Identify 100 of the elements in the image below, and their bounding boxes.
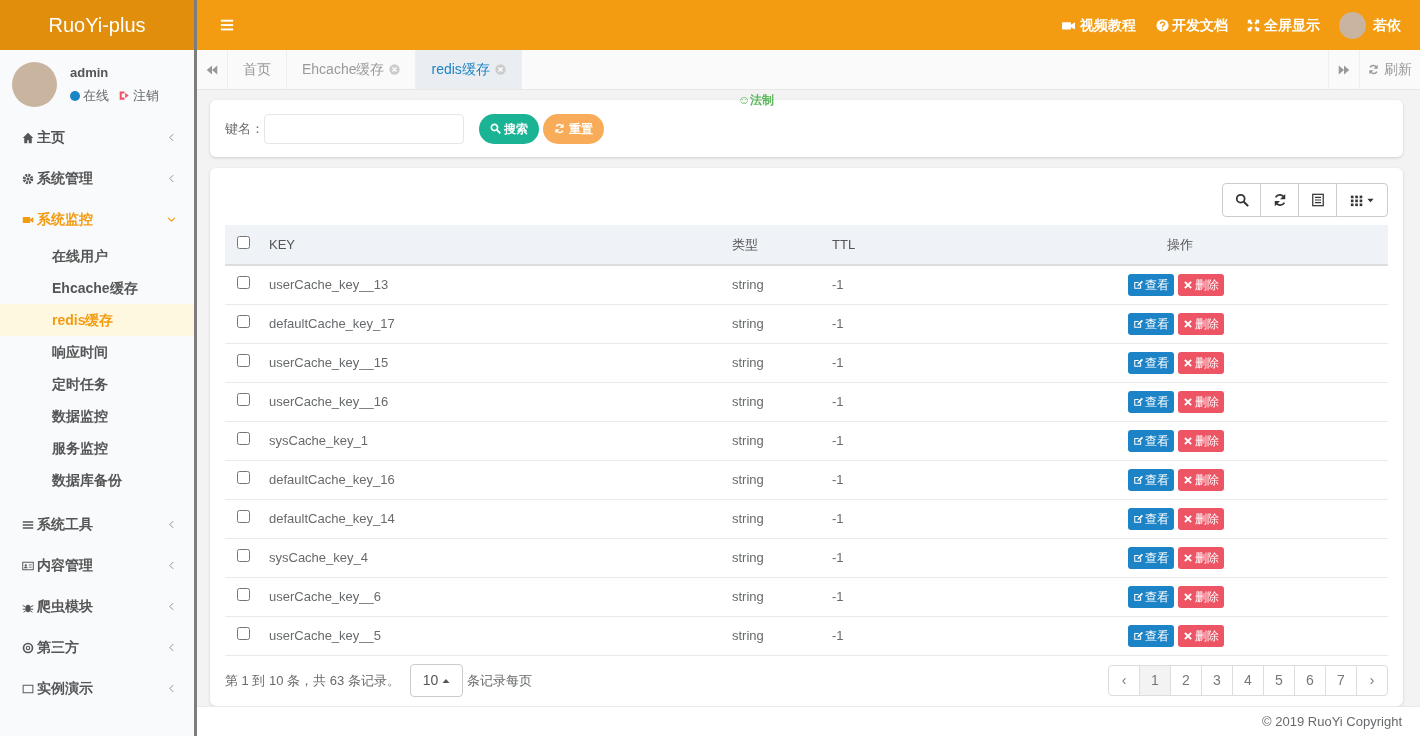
search-icon bbox=[490, 123, 501, 134]
page-button[interactable]: 6 bbox=[1294, 665, 1326, 696]
page-button[interactable]: 4 bbox=[1232, 665, 1264, 696]
menu-item[interactable]: 爬虫模块 bbox=[0, 586, 194, 627]
header-link[interactable]: 全屏显示 bbox=[1247, 14, 1320, 36]
table-cell: sysCache_key_4 bbox=[269, 549, 368, 565]
row-checkbox[interactable] bbox=[236, 431, 250, 445]
delete-button[interactable]: 删除 bbox=[1177, 468, 1224, 491]
search-button[interactable]: 搜索 bbox=[479, 113, 540, 144]
menu-item[interactable]: 主页 bbox=[0, 117, 194, 158]
page-button[interactable]: 3 bbox=[1201, 665, 1233, 696]
notice-text: ☺法制 bbox=[738, 92, 775, 109]
row-checkbox[interactable] bbox=[236, 587, 250, 601]
scroll-right-button[interactable] bbox=[1328, 50, 1360, 89]
close-icon bbox=[1182, 591, 1193, 602]
view-button[interactable]: 查看 bbox=[1128, 273, 1175, 296]
delete-button[interactable]: 删除 bbox=[1177, 312, 1224, 335]
avatar-placeholder bbox=[1339, 11, 1366, 39]
previous-page-button[interactable]: ‹ bbox=[1108, 665, 1140, 696]
header-link[interactable]: 视频教程 bbox=[1059, 14, 1136, 36]
page-tab[interactable]: redis缓存 bbox=[416, 50, 522, 89]
delete-button[interactable]: 删除 bbox=[1177, 351, 1224, 374]
page-button[interactable]: 7 bbox=[1325, 665, 1357, 696]
table-cell: -1 bbox=[832, 432, 844, 448]
row-checkbox[interactable] bbox=[236, 509, 250, 523]
menu-item[interactable]: 系统管理 bbox=[0, 158, 194, 199]
toggle-view-button[interactable] bbox=[1298, 183, 1337, 217]
submenu-item[interactable]: 在线用户 bbox=[0, 240, 194, 272]
chevron-left-icon bbox=[167, 520, 176, 529]
view-button[interactable]: 查看 bbox=[1128, 429, 1175, 452]
menu-item[interactable]: 第三方 bbox=[0, 627, 194, 668]
chevron-left-icon bbox=[167, 174, 176, 183]
refresh-icon bbox=[1368, 64, 1379, 75]
menu-item[interactable]: 系统工具 bbox=[0, 504, 194, 545]
delete-button[interactable]: 删除 bbox=[1177, 585, 1224, 608]
page-button[interactable]: 5 bbox=[1263, 665, 1295, 696]
table-cell: string bbox=[732, 588, 764, 604]
table-cell: string bbox=[732, 393, 764, 409]
logout-link[interactable]: 注销 bbox=[133, 86, 160, 106]
close-icon bbox=[1182, 396, 1193, 407]
submenu-item[interactable]: 数据监控 bbox=[0, 400, 194, 432]
edit-icon bbox=[1133, 591, 1144, 602]
delete-button[interactable]: 删除 bbox=[1177, 429, 1224, 452]
double-right-icon bbox=[1338, 63, 1350, 76]
close-icon bbox=[1182, 318, 1193, 329]
view-button[interactable]: 查看 bbox=[1128, 507, 1175, 530]
delete-button[interactable]: 删除 bbox=[1177, 273, 1224, 296]
view-button[interactable]: 查看 bbox=[1128, 390, 1175, 413]
column-header: 类型 bbox=[732, 236, 758, 252]
edit-icon bbox=[1133, 396, 1144, 407]
view-button[interactable]: 查看 bbox=[1128, 546, 1175, 569]
menu-item[interactable]: 系统监控 bbox=[0, 199, 194, 240]
submenu-item[interactable]: 定时任务 bbox=[0, 368, 194, 400]
view-button[interactable]: 查看 bbox=[1128, 351, 1175, 374]
next-page-button[interactable]: › bbox=[1356, 665, 1388, 696]
edit-icon bbox=[1133, 318, 1144, 329]
page-size-dropdown[interactable]: 10 bbox=[409, 664, 463, 697]
header-user-name[interactable]: 若依 bbox=[1372, 14, 1401, 36]
row-checkbox[interactable] bbox=[236, 314, 250, 328]
row-checkbox[interactable] bbox=[236, 470, 250, 484]
delete-button[interactable]: 删除 bbox=[1177, 507, 1224, 530]
close-icon bbox=[1182, 474, 1193, 485]
chevron-left-icon bbox=[167, 684, 176, 693]
help-icon bbox=[1155, 18, 1169, 32]
search-button[interactable] bbox=[1222, 183, 1261, 217]
table-cell: string bbox=[732, 471, 764, 487]
page-button[interactable]: 1 bbox=[1139, 665, 1171, 696]
row-checkbox[interactable] bbox=[236, 626, 250, 640]
refresh-button[interactable]: 刷新 bbox=[1360, 50, 1420, 89]
submenu-item[interactable]: redis缓存 bbox=[0, 304, 194, 336]
per-page-label: 条记录每页 bbox=[466, 671, 533, 690]
select-all-checkbox[interactable] bbox=[236, 235, 250, 249]
menu-item[interactable]: 实例演示 bbox=[0, 668, 194, 709]
edit-icon bbox=[1133, 513, 1144, 524]
view-button[interactable]: 查看 bbox=[1128, 312, 1175, 335]
submenu-item[interactable]: 数据库备份 bbox=[0, 464, 194, 496]
page-tab[interactable]: 首页 bbox=[228, 50, 287, 89]
view-button[interactable]: 查看 bbox=[1128, 468, 1175, 491]
page-button[interactable]: 2 bbox=[1170, 665, 1202, 696]
close-icon bbox=[1182, 435, 1193, 446]
row-checkbox[interactable] bbox=[236, 548, 250, 562]
chevron-left-icon bbox=[167, 643, 176, 652]
search-field[interactable] bbox=[264, 113, 464, 144]
header-link[interactable]: 开发文档 bbox=[1155, 14, 1228, 36]
view-button[interactable]: 查看 bbox=[1128, 624, 1175, 647]
delete-button[interactable]: 删除 bbox=[1177, 624, 1224, 647]
delete-button[interactable]: 删除 bbox=[1177, 546, 1224, 569]
submenu-item[interactable]: 服务监控 bbox=[0, 432, 194, 464]
row-checkbox[interactable] bbox=[236, 392, 250, 406]
table-cell: -1 bbox=[832, 471, 844, 487]
row-checkbox[interactable] bbox=[236, 276, 250, 289]
submenu-item[interactable]: Ehcache缓存 bbox=[0, 272, 194, 304]
view-button[interactable]: 查看 bbox=[1128, 585, 1175, 608]
menu-item[interactable]: 内容管理 bbox=[0, 545, 194, 586]
delete-button[interactable]: 删除 bbox=[1177, 390, 1224, 413]
row-checkbox[interactable] bbox=[236, 353, 250, 367]
refresh-button[interactable] bbox=[1260, 183, 1299, 217]
table-cell: userCache_key__5 bbox=[269, 627, 382, 643]
columns-button[interactable] bbox=[1336, 183, 1388, 217]
submenu-item[interactable]: 响应时间 bbox=[0, 336, 194, 368]
